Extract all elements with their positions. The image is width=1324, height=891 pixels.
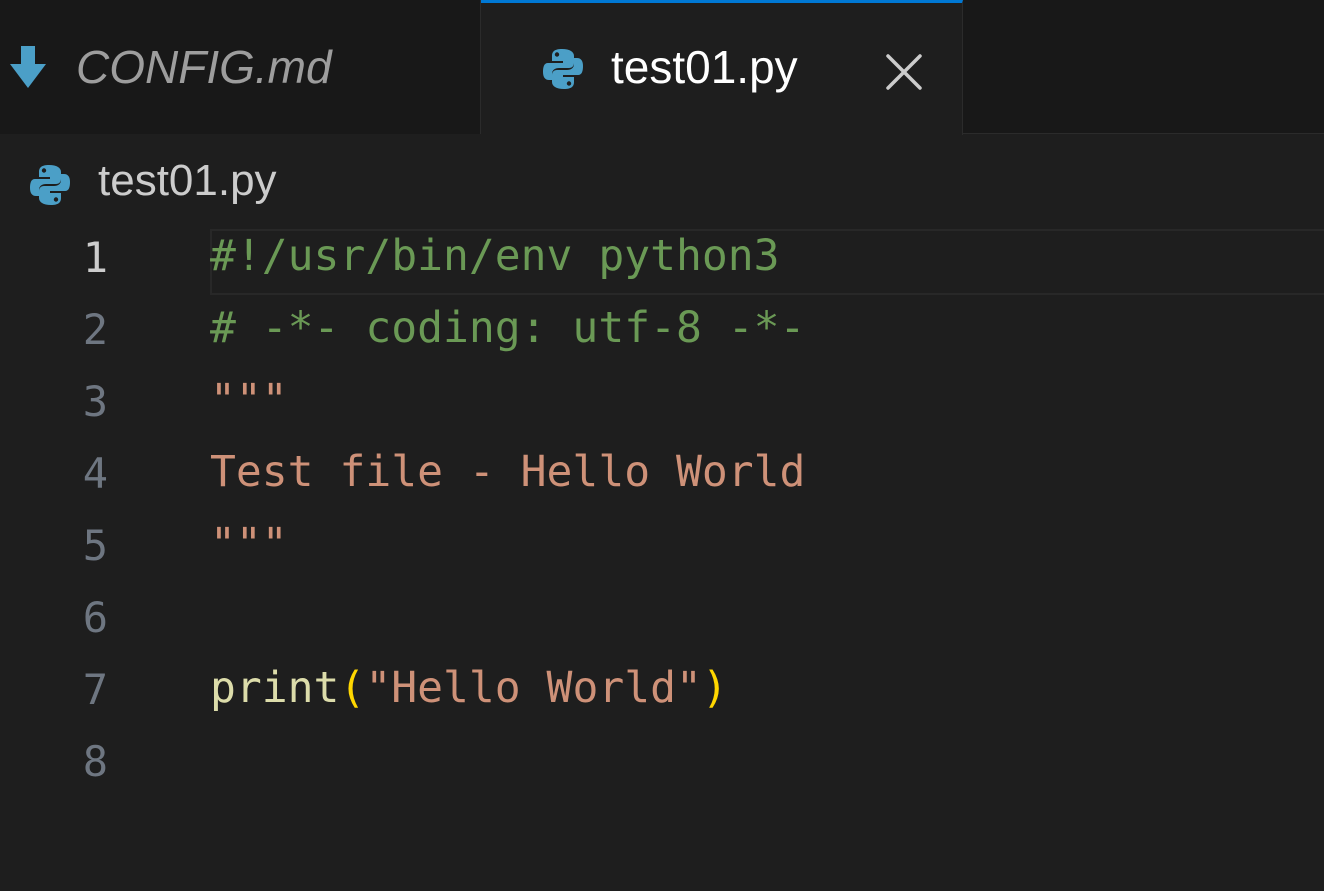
line-number: 1: [82, 233, 108, 282]
code-token-string: """: [210, 519, 288, 569]
tab-label: CONFIG.md: [76, 41, 332, 93]
line-number: 8: [82, 737, 108, 786]
code-token-comment: #!/usr/bin/env python3: [210, 231, 780, 281]
code-token-string: """: [210, 375, 288, 425]
code-token-paren: ): [701, 663, 728, 713]
code-text: # -*- coding: utf-8 -*-: [210, 307, 805, 350]
code-text: #!/usr/bin/env python3: [210, 235, 780, 278]
code-token-string: "Hello World": [365, 663, 702, 713]
python-icon: [543, 49, 583, 89]
code-token-paren: (: [339, 663, 366, 713]
line-number: 4: [82, 449, 108, 498]
line-number: 5: [82, 521, 108, 570]
tab-bar: CONFIG.md test01.py: [0, 0, 1324, 135]
code-token-func: print: [210, 663, 340, 713]
tab-config-md[interactable]: CONFIG.md: [0, 0, 481, 134]
code-line[interactable]: 7 print("Hello World"): [0, 657, 1324, 729]
line-number: 2: [82, 305, 108, 354]
code-line[interactable]: 4 Test file - Hello World: [0, 441, 1324, 513]
breadcrumb: test01.py: [0, 135, 1324, 223]
editor-window: CONFIG.md test01.py test01.py 1 #!/usr/b…: [0, 0, 1324, 891]
code-line[interactable]: 1 #!/usr/bin/env python3: [0, 225, 1324, 297]
code-line[interactable]: 3 """: [0, 369, 1324, 441]
code-line[interactable]: 2 # -*- coding: utf-8 -*-: [0, 297, 1324, 369]
close-tab-button[interactable]: [879, 47, 929, 97]
code-line[interactable]: 6: [0, 585, 1324, 657]
tab-label: test01.py: [611, 41, 798, 93]
python-icon[interactable]: [28, 163, 72, 207]
code-token-string: Test file - Hello World: [210, 447, 806, 497]
code-text: """: [210, 379, 288, 422]
line-number: 3: [82, 377, 108, 426]
code-text: """: [210, 523, 288, 566]
code-text: Test file - Hello World: [210, 451, 805, 494]
code-line[interactable]: 8: [0, 729, 1324, 801]
tab-test01-py[interactable]: test01.py: [481, 0, 963, 135]
code-text: print("Hello World"): [210, 667, 728, 710]
markdown-arrow-icon: [10, 46, 46, 88]
close-icon: [886, 54, 922, 90]
code-token-comment: # -*- coding: utf-8 -*-: [210, 303, 806, 353]
code-line[interactable]: 5 """: [0, 513, 1324, 585]
line-number: 7: [82, 665, 108, 714]
code-editor[interactable]: 1 #!/usr/bin/env python3 2 # -*- coding: ut…: [0, 225, 1324, 891]
line-number: 6: [82, 593, 108, 642]
breadcrumb-file[interactable]: test01.py: [98, 159, 277, 203]
